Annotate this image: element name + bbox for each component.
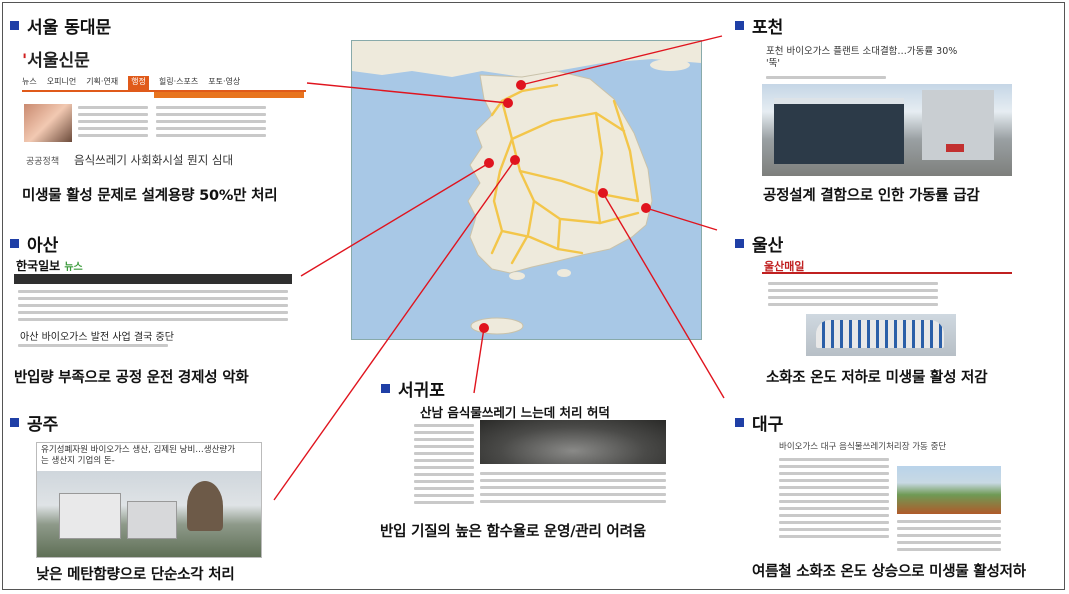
title-text: 아산 bbox=[27, 236, 59, 256]
caption-gongju: 낮은 메탄함량으로 단순소각 처리 bbox=[36, 567, 235, 583]
facility-photo bbox=[762, 84, 1012, 176]
nav-item: 뉴스 bbox=[22, 77, 37, 86]
news-clip-daegu: 바이오가스 대구 음식물쓰레기처리장 가동 중단 bbox=[777, 440, 1005, 552]
news-clip-ulsan: 울산매일 bbox=[762, 258, 1012, 358]
facility-photo bbox=[480, 420, 666, 464]
newspaper-nav: 뉴스 오피니언 기획·연재 행정 힐링·스포츠 포토·영상 bbox=[22, 76, 306, 92]
blurred-text bbox=[18, 340, 168, 351]
blurred-text bbox=[779, 454, 889, 542]
blurred-text bbox=[766, 72, 886, 83]
section-title-seoul: 서울 동대문 bbox=[10, 13, 111, 38]
news-clip-seoul: '서울신문 뉴스 오피니언 기획·연재 행정 힐링·스포츠 포토·영상 공공정책… bbox=[18, 42, 308, 176]
photo-tank bbox=[816, 320, 944, 348]
blurred-text bbox=[18, 286, 288, 325]
caption-seogwipo: 반입 기질의 높은 함수율로 운영/관리 어려움 bbox=[380, 524, 646, 540]
headline-line: 유기성폐자원 바이오가스 생산, 김제된 낭비…생산량가 bbox=[41, 445, 236, 455]
square-bullet-icon bbox=[10, 239, 19, 248]
korea-map-svg bbox=[352, 41, 701, 335]
square-bullet-icon bbox=[735, 418, 744, 427]
title-text: 서울 동대문 bbox=[27, 18, 112, 38]
facility-photo bbox=[897, 466, 1001, 514]
headline: 포천 바이오가스 플랜트 소대결함…가동률 30% '뚝' bbox=[766, 46, 957, 70]
logo-sub-text: 뉴스 bbox=[64, 262, 83, 273]
photo-building bbox=[127, 501, 177, 539]
title-text: 공주 bbox=[27, 415, 59, 435]
section-title-pocheon: 포천 bbox=[735, 13, 783, 38]
caption-asan: 반입량 부족으로 공정 운전 경제성 악화 bbox=[14, 370, 249, 386]
nav-item: 행정 bbox=[128, 76, 149, 90]
caption-daegu: 여름철 소화조 온도 상승으로 미생물 활성저하 bbox=[752, 564, 1026, 580]
square-bullet-icon bbox=[735, 239, 744, 248]
section-title-ulsan: 울산 bbox=[735, 231, 783, 256]
photo-sign bbox=[946, 144, 964, 152]
blurred-text bbox=[78, 102, 148, 141]
island bbox=[509, 272, 525, 280]
island bbox=[650, 59, 690, 71]
section-title-seogwipo: 서귀포 bbox=[381, 376, 445, 401]
photo-thumbnail bbox=[24, 104, 72, 142]
photo-building bbox=[59, 493, 121, 539]
headline: 바이오가스 대구 음식물쓰레기처리장 가동 중단 bbox=[779, 442, 947, 452]
nav-item: 힐링·스포츠 bbox=[158, 77, 199, 86]
photo-building bbox=[774, 98, 904, 164]
photo-tree bbox=[187, 481, 223, 531]
headline-line: '뚝' bbox=[766, 58, 780, 69]
blurred-text bbox=[480, 468, 666, 507]
square-bullet-icon bbox=[10, 418, 19, 427]
nav-item: 포토·영상 bbox=[208, 77, 241, 86]
section-title-gongju: 공주 bbox=[10, 410, 58, 435]
logo-rule bbox=[762, 272, 1012, 274]
nav-item: 오피니언 bbox=[46, 77, 77, 86]
blurred-text bbox=[156, 102, 266, 141]
headline-line: 포천 바이오가스 플랜트 소대결함…가동률 30% bbox=[766, 46, 958, 57]
section-title-daegu: 대구 bbox=[735, 410, 783, 435]
title-text: 포천 bbox=[752, 18, 784, 38]
facility-photo bbox=[37, 471, 261, 557]
section-title-asan: 아산 bbox=[10, 231, 58, 256]
caption-pocheon: 공정설계 결함으로 인한 가동률 급감 bbox=[763, 188, 980, 204]
jeju-island bbox=[470, 317, 524, 335]
north-land bbox=[352, 41, 701, 77]
logo-text: 서울신문 bbox=[27, 51, 90, 71]
newspaper-logo: '서울신문 bbox=[22, 51, 90, 71]
facility-photo bbox=[806, 314, 956, 356]
logo-text: 한국일보 bbox=[16, 259, 61, 273]
caption-ulsan: 소화조 온도 저하로 미생물 활성 저감 bbox=[766, 370, 988, 386]
square-bullet-icon bbox=[381, 384, 390, 393]
headline: 음식쓰레기 사회화시설 뭔지 심대 bbox=[74, 153, 234, 167]
blurred-text bbox=[768, 278, 938, 310]
news-clip-pocheon: 포천 바이오가스 플랜트 소대결함…가동률 30% '뚝' bbox=[762, 44, 1012, 176]
newspaper-nav bbox=[14, 274, 292, 284]
news-clip-seogwipo: 산남 음식물쓰레기 느는데 처리 허덕 bbox=[412, 402, 668, 512]
nav-item: 기획·연재 bbox=[86, 77, 119, 86]
newspaper-logo: 한국일보 뉴스 bbox=[16, 257, 83, 274]
title-text: 울산 bbox=[752, 236, 784, 256]
square-bullet-icon bbox=[735, 21, 744, 30]
news-clip-asan: 한국일보 뉴스 아산 바이오가스 발전 사업 결국 중단 bbox=[14, 256, 292, 354]
island bbox=[557, 269, 571, 277]
news-clip-gongju: 유기성폐자원 바이오가스 생산, 김제된 낭비…생산량가 는 생산지 기업의 돈… bbox=[36, 442, 262, 558]
korea-map bbox=[351, 40, 702, 340]
title-text: 대구 bbox=[752, 415, 784, 435]
headline: 산남 음식물쓰레기 느는데 처리 허덕 bbox=[420, 405, 610, 420]
title-text: 서귀포 bbox=[398, 381, 445, 401]
headline-line: 는 생산지 기업의 돈- bbox=[41, 456, 115, 466]
caption-seoul: 미생물 활성 문제로 설계용량 50%만 처리 bbox=[22, 188, 278, 204]
headline: 유기성폐자원 바이오가스 생산, 김제된 낭비…생산량가 는 생산지 기업의 돈… bbox=[41, 445, 257, 467]
section-label: 공공정책 bbox=[26, 157, 60, 167]
square-bullet-icon bbox=[10, 21, 19, 30]
blurred-text bbox=[897, 516, 1001, 552]
sub-nav-bar bbox=[154, 92, 304, 98]
blurred-text bbox=[414, 420, 474, 508]
